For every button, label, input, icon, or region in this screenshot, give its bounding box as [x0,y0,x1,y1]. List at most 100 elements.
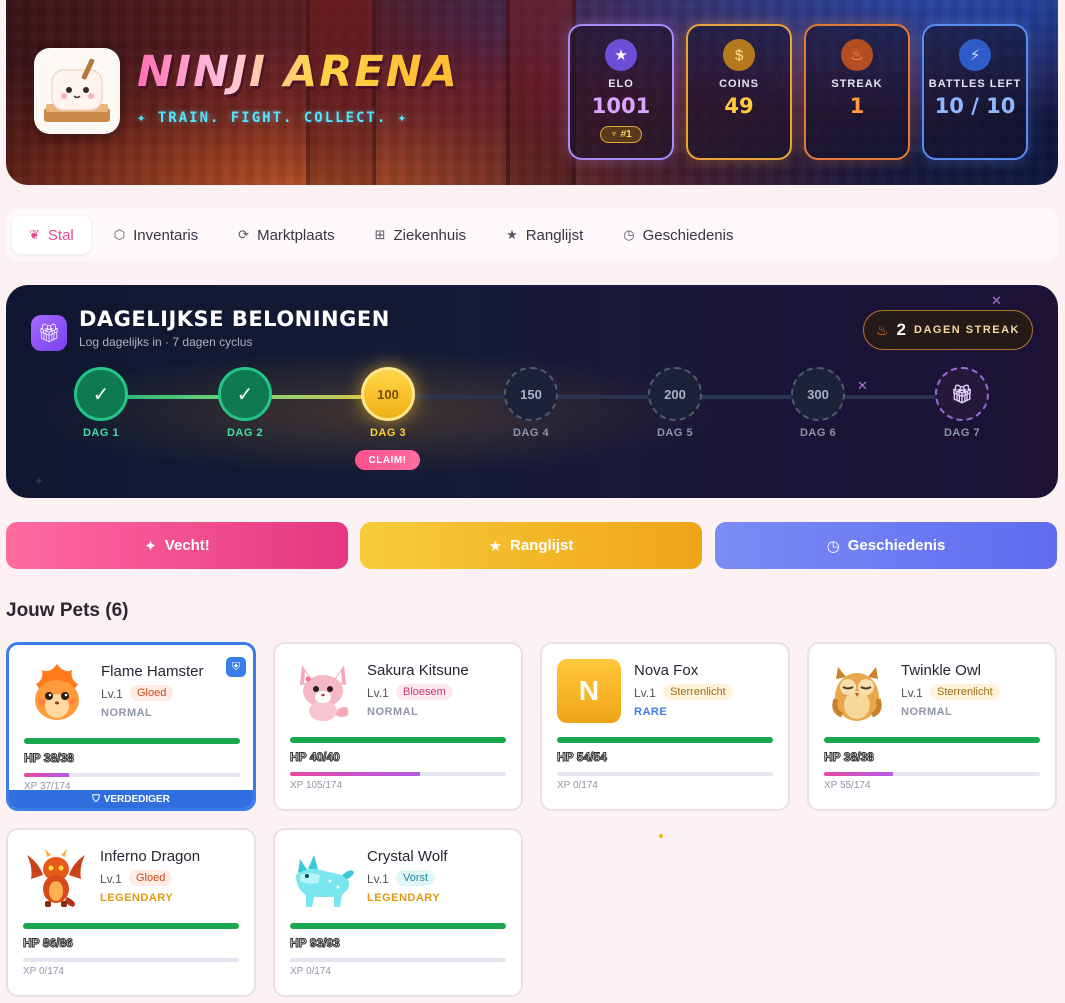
pet-name: Flame Hamster [101,663,204,680]
streak-stat: ♨ STREAK 1 [804,24,910,160]
star-icon: ★ [506,227,518,242]
tab-ranglijst[interactable]: ★ Ranglijst [489,216,600,254]
shield-icon[interactable]: ⛨ [226,657,246,677]
rarity-label: RARE [634,706,668,718]
sparkle-icon: ✦ [144,537,157,555]
elo-label: ELO [608,78,634,90]
streak-pill: ♨ 2 DAGEN STREAK [863,310,1033,350]
xp-value: XP 0/174 [290,966,331,977]
coins-stat: $ COINS 49 [686,24,792,160]
gift-icon: 🎁︎ [935,367,989,421]
xp-bar [824,772,1040,776]
day-5: 200 DAG 5 [648,367,702,439]
hp-bar [557,737,773,743]
hp-bar [290,923,506,929]
daily-rewards-panel: 🎁︎ DAGELIJKSE BELONINGEN Log dagelijks i… [6,285,1058,498]
pet-name: Sakura Kitsune [367,662,469,679]
day-reward-amount: 200 [648,367,702,421]
elo-value: 1001 [591,94,651,118]
day-reward-amount[interactable]: 100 [361,367,415,421]
streak-label: STREAK [831,78,883,90]
pet-card-twinkle-owl[interactable]: Twinkle Owl Lv.1 Sterrenlicht NORMAL HP … [807,642,1057,811]
streak-days-label: DAGEN STREAK [914,324,1021,336]
pet-name: Crystal Wolf [367,848,448,865]
pet-level: Lv.1 [901,686,923,700]
tab-marktplaats[interactable]: ⟳ Marktplaats [221,216,351,254]
fight-label: Vecht! [164,537,210,554]
avatar-letter: N [557,659,621,723]
claim-button[interactable]: CLAIM! [355,450,420,470]
coins-value: 49 [724,94,754,118]
history-label: Geschiedenis [847,537,946,554]
day-label: DAG 5 [656,427,694,439]
xp-bar-fill [824,772,894,776]
xp-bar-fill [290,772,420,776]
gift-icon: 🎁︎ [31,315,67,351]
sparkle-icon: + [35,473,43,488]
star-icon: ★ [605,39,637,71]
fight-button[interactable]: ✦ Vecht! [6,522,348,569]
pet-card-sakura-kitsune[interactable]: Sakura Kitsune Lv.1 Bloesem NORMAL HP 40… [273,642,523,811]
defender-label: VERDEDIGER [103,793,170,805]
elo-stat: ★ ELO 1001 ♆ #1 [568,24,674,160]
nova-fox-avatar: N [557,659,623,725]
pet-card-crystal-wolf[interactable]: Crystal Wolf Lv.1 Vorst LEGENDARY HP 93/… [273,828,523,997]
pet-card-inferno-dragon[interactable]: Inferno Dragon Lv.1 Gloed LEGENDARY HP 8… [6,828,256,997]
ranking-button[interactable]: ★ Ranglijst [360,522,702,569]
streak-days-count: 2 [896,320,906,339]
tab-stal[interactable]: ❦ Stal [12,216,91,254]
pet-name: Twinkle Owl [901,662,982,679]
element-badge: Gloed [130,685,174,701]
main-nav: ❦ Stal ⬡ Inventaris ⟳ Marktplaats ⊞ Ziek… [6,209,1058,261]
xp-bar [24,773,240,777]
xp-value: XP 55/174 [824,780,871,791]
check-icon: ✓ [74,367,128,421]
shield-icon: ⛉ [92,793,100,805]
hp-value: HP 86/86 [23,936,74,951]
xp-bar [290,958,506,962]
plus-square-icon: ⊞ [374,227,386,242]
sakura-kitsune-avatar [290,659,356,725]
day-label: DAG 7 [943,427,981,439]
daily-subtitle: Log dagelijks in · 7 dagen cyclus [79,335,253,349]
rarity-label: LEGENDARY [100,892,174,904]
pets-section-title: Jouw Pets (6) [6,600,129,621]
day-reward-amount: 150 [504,367,558,421]
rarity-label: LEGENDARY [367,892,441,904]
xp-bar [557,772,773,776]
element-badge: Gloed [129,870,173,886]
rarity-label: NORMAL [901,706,953,718]
pet-level: Lv.1 [367,686,389,700]
tab-label: Stal [47,226,74,244]
hp-value: HP 93/93 [290,936,341,951]
xp-value: XP 0/174 [557,780,598,791]
tab-label: Ranglijst [525,226,584,244]
day-3[interactable]: 100 DAG 3 [361,367,415,439]
tab-geschiedenis[interactable]: ◷ Geschiedenis [606,216,750,254]
clock-icon: ◷ [623,227,635,242]
day-label: DAG 6 [799,427,837,439]
tab-label: Ziekenhuis [393,226,467,244]
paw-icon: ❦ [29,227,40,242]
element-badge: Bloesem [396,684,453,700]
coin-icon: $ [723,39,755,71]
pet-level: Lv.1 [367,872,389,886]
background-pillar [506,0,576,185]
day-label: DAG 4 [512,427,550,439]
element-badge: Sterrenlicht [930,684,1000,700]
star-icon: ★ [488,537,503,555]
tab-inventaris[interactable]: ⬡ Inventaris [97,216,215,254]
pet-card-nova-fox[interactable]: N Nova Fox Lv.1 Sterrenlicht RARE HP 54/… [540,642,790,811]
history-button[interactable]: ◷ Geschiedenis [715,522,1057,569]
day-label: DAG 2 [226,427,264,439]
tab-label: Geschiedenis [642,226,734,244]
pet-level: Lv.1 [634,686,656,700]
day-label: DAG 1 [82,427,120,439]
day-4: 150 DAG 4 [504,367,558,439]
hp-value: HP 38/38 [24,751,75,766]
pet-card-flame-hamster[interactable]: Flame Hamster Lv.1 Gloed NORMAL ⛨ HP 38/… [6,642,256,811]
tab-ziekenhuis[interactable]: ⊞ Ziekenhuis [358,216,483,254]
hp-value: HP 40/40 [290,750,341,765]
hp-bar [23,923,239,929]
element-badge: Vorst [396,870,436,886]
